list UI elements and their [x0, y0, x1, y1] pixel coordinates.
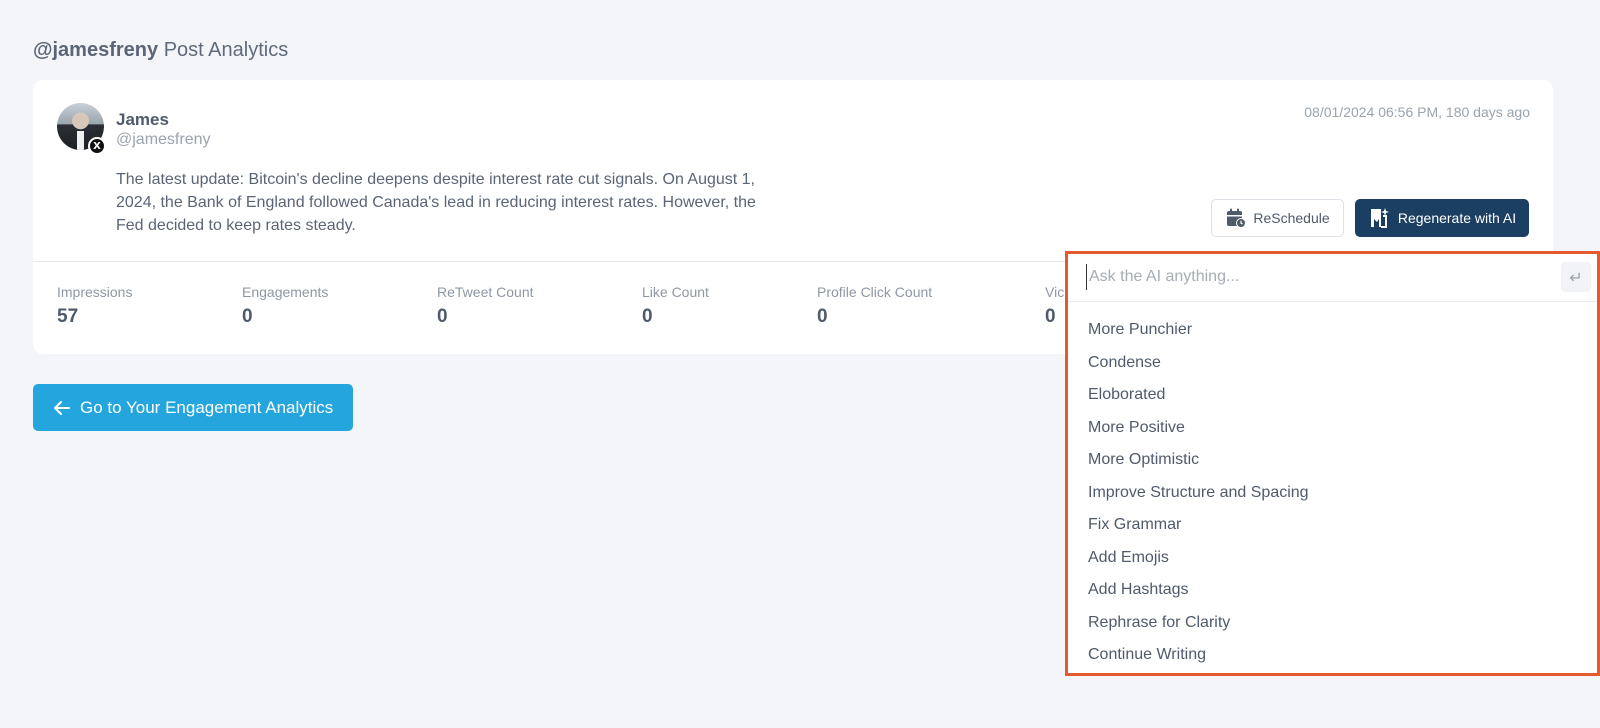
- ai-option[interactable]: Improve Structure and Spacing: [1068, 477, 1597, 510]
- reschedule-button[interactable]: ReSchedule: [1211, 199, 1344, 237]
- arrow-left-icon: [54, 400, 70, 415]
- ai-option[interactable]: Add Hashtags: [1068, 574, 1597, 607]
- ai-option[interactable]: More Optimistic: [1068, 444, 1597, 477]
- back-button-label: Go to Your Engagement Analytics: [80, 397, 334, 417]
- metric-value: 0: [242, 306, 253, 327]
- metric-value: 0: [437, 306, 448, 327]
- page-title: @jamesfreny Post Analytics: [33, 39, 288, 62]
- post-timestamp: 08/01/2024 06:56 PM, 180 days ago: [1304, 104, 1530, 120]
- page-title-text: Post Analytics: [163, 39, 289, 61]
- metric-retweet-count: ReTweet Count 0: [437, 284, 534, 328]
- metric-profile-click-count: Profile Click Count 0: [817, 284, 932, 328]
- regenerate-label: Regenerate with AI: [1397, 210, 1517, 226]
- metric-value: 0: [817, 306, 828, 327]
- metric-value: 0: [642, 306, 653, 327]
- metric-label: ReTweet Count: [437, 284, 534, 300]
- ai-option[interactable]: More Positive: [1068, 412, 1597, 445]
- metric-impressions: Impressions 57: [57, 284, 132, 328]
- ai-prompt-input[interactable]: [1086, 264, 1546, 290]
- ai-option[interactable]: Add Emojis: [1068, 542, 1597, 575]
- go-to-engagement-analytics-button[interactable]: Go to Your Engagement Analytics: [33, 384, 353, 431]
- calendar-clock-icon: [1227, 208, 1247, 228]
- ai-option[interactable]: Continue Writing: [1068, 639, 1597, 672]
- metric-views: Vic 0: [1045, 284, 1064, 328]
- reschedule-label: ReSchedule: [1253, 210, 1330, 226]
- enter-icon[interactable]: ↵: [1561, 262, 1591, 292]
- metric-label: Impressions: [57, 284, 133, 300]
- author-handle: @jamesfreny: [116, 131, 211, 148]
- regenerate-with-ai-button[interactable]: Regenerate with AI: [1355, 199, 1529, 237]
- ai-input-row: ↵: [1068, 254, 1597, 302]
- metric-value: 57: [57, 306, 79, 327]
- metric-engagements: Engagements 0: [242, 284, 328, 328]
- metric-value: 0: [1045, 306, 1056, 327]
- ai-option[interactable]: Eloborated: [1068, 379, 1597, 412]
- metric-like-count: Like Count 0: [642, 284, 709, 328]
- ai-options-list: More Punchier Condense Eloborated More P…: [1068, 302, 1597, 672]
- metric-label: Engagements: [242, 284, 329, 300]
- ai-option[interactable]: Condense: [1068, 347, 1597, 380]
- ai-option[interactable]: Fix Grammar: [1068, 509, 1597, 542]
- page-title-handle: @jamesfreny: [33, 39, 159, 61]
- metric-label: Profile Click Count: [817, 284, 933, 300]
- ai-assist-menu: ↵ More Punchier Condense Eloborated More…: [1065, 251, 1600, 676]
- ai-option[interactable]: Rephrase for Clarity: [1068, 607, 1597, 640]
- post-text: The latest update: Bitcoin's decline dee…: [116, 171, 756, 234]
- metric-label: Like Count: [642, 284, 709, 300]
- author-name: James: [116, 110, 169, 129]
- ai-option[interactable]: More Punchier: [1068, 314, 1597, 347]
- ai-document-icon: [1370, 208, 1389, 228]
- x-logo-icon: X: [88, 137, 106, 155]
- metric-label: Vic: [1045, 284, 1065, 300]
